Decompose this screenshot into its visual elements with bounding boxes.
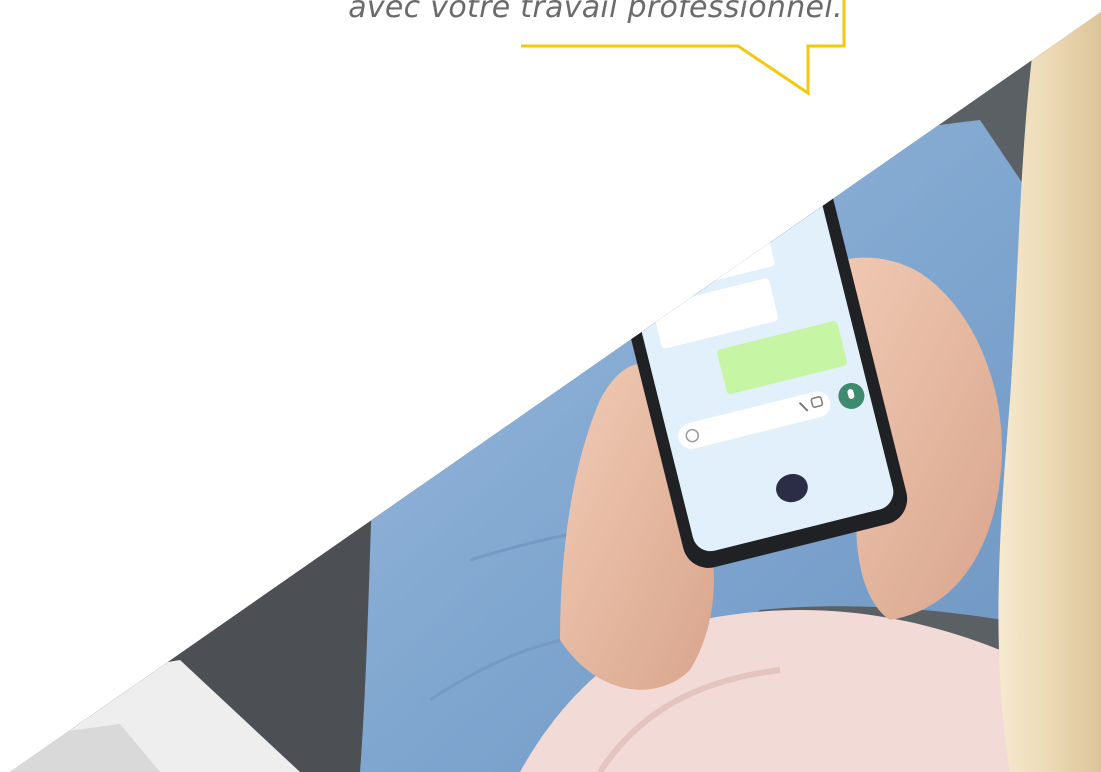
hero-banner: avec votre travail professionnel.: [0, 0, 1101, 772]
quote-text: avec votre travail professionnel.: [348, 0, 843, 25]
speech-bubble: [521, 0, 846, 96]
